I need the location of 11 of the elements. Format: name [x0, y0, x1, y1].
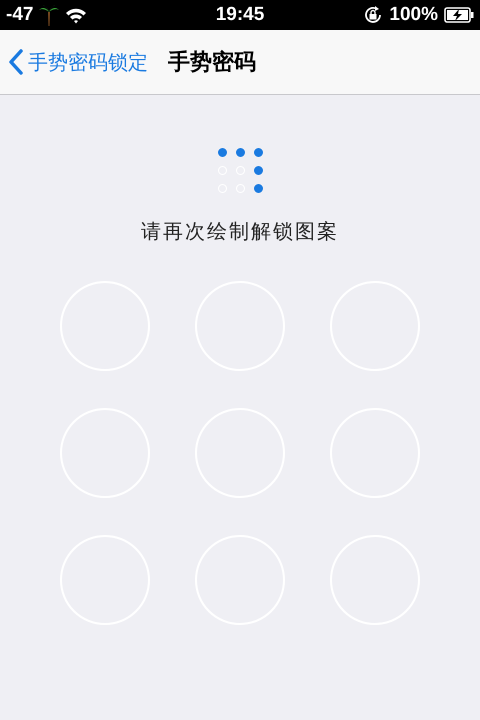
signal-strength: -47	[6, 4, 34, 26]
palm-tree-icon	[39, 4, 60, 26]
page-title: 手势密码	[168, 48, 256, 77]
clock-time: 19:45	[216, 4, 264, 26]
instruction-text: 请再次绘制解锁图案	[141, 218, 339, 245]
battery-percentage: 100%	[389, 4, 438, 26]
charging-battery-icon	[444, 7, 474, 23]
chevron-left-icon	[8, 49, 24, 75]
rotation-lock-icon	[363, 5, 384, 25]
wifi-icon	[65, 6, 88, 24]
back-button[interactable]: 手势密码锁定	[8, 48, 148, 76]
